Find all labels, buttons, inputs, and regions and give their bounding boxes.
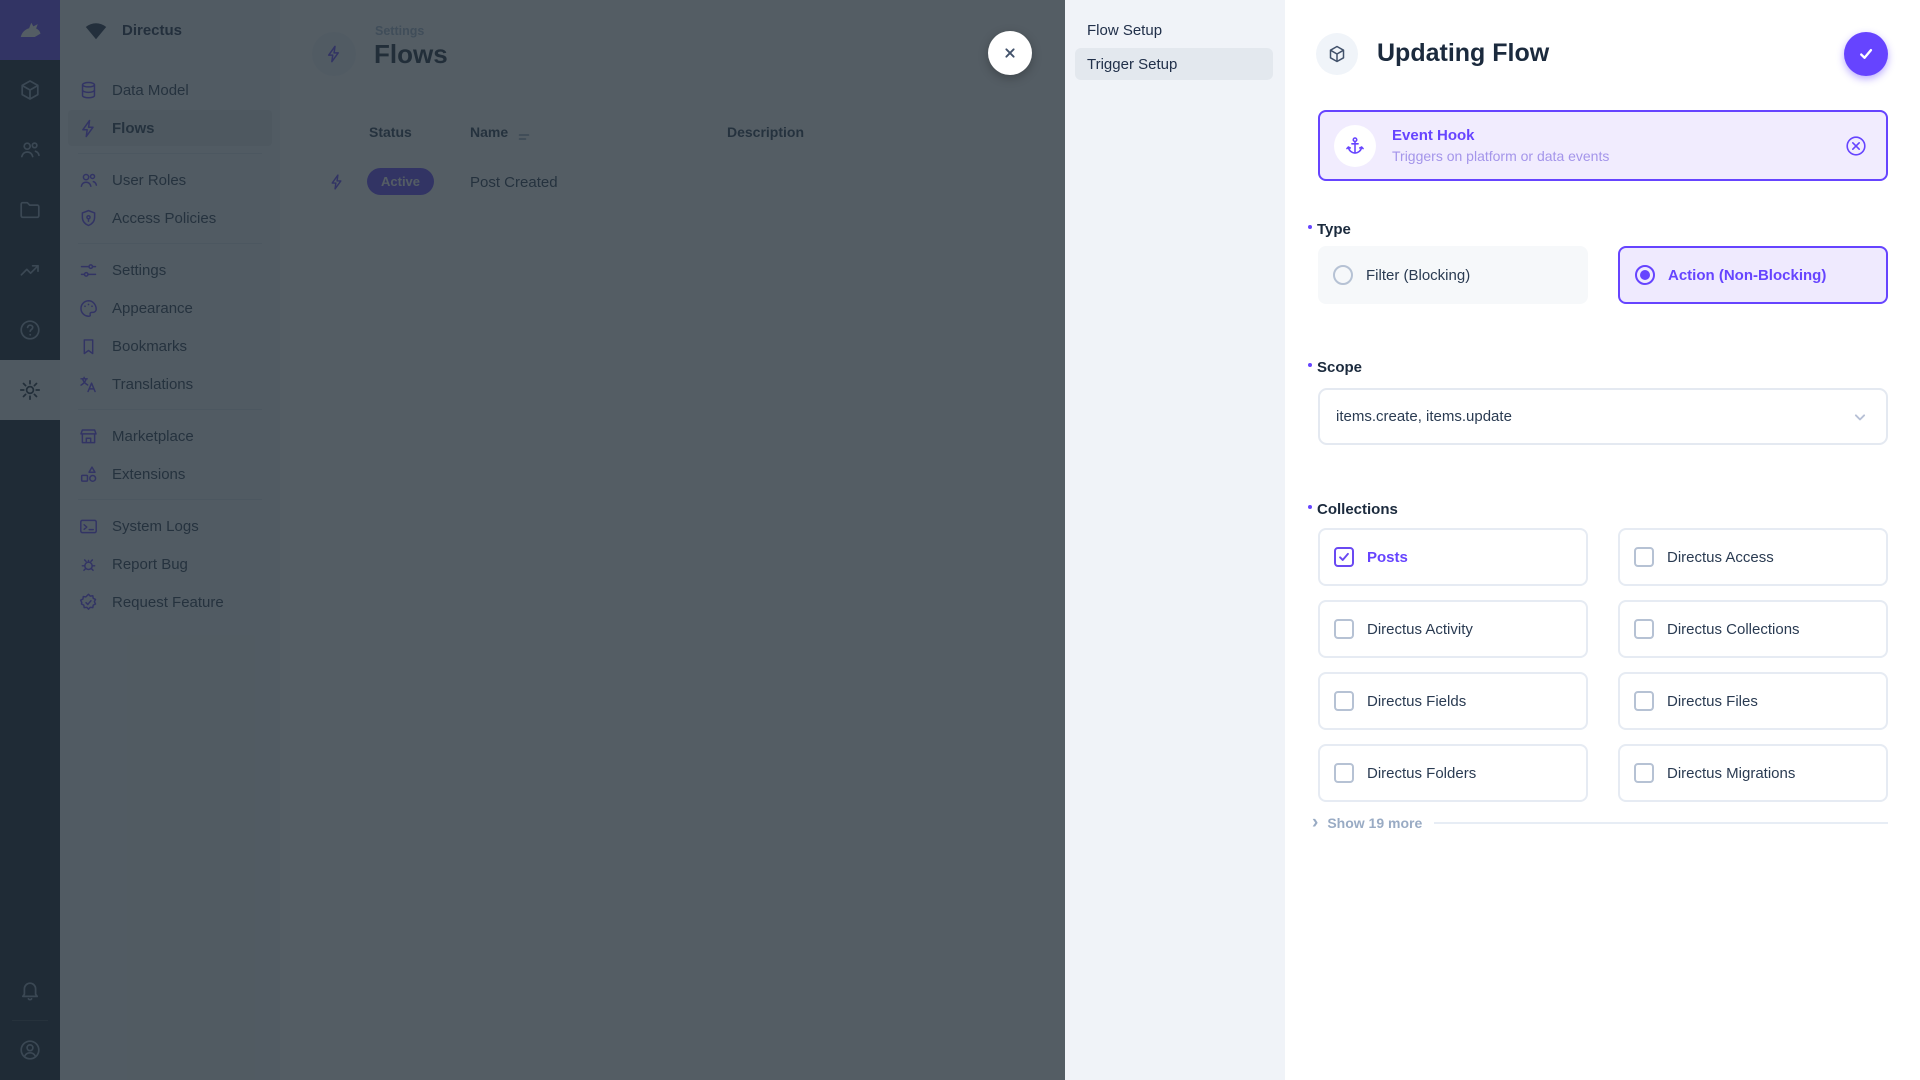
show-more-label: Show 19 more [1327,815,1422,831]
box-icon [1327,44,1347,64]
required-dot [1308,505,1312,509]
checkbox-icon [1334,619,1354,639]
trigger-banner-subtitle: Triggers on platform or data events [1392,148,1609,164]
type-field-label: Type [1308,221,1351,238]
checkbox-icon [1334,763,1354,783]
collection-option-directus-migrations[interactable]: Directus Migrations [1618,744,1888,802]
collection-option-directus-access[interactable]: Directus Access [1618,528,1888,586]
checkbox-checked-icon [1334,547,1354,567]
drawer-nav-trigger-setup[interactable]: Trigger Setup [1075,48,1273,80]
collection-option-directus-activity[interactable]: Directus Activity [1318,600,1588,658]
checkbox-icon [1634,691,1654,711]
collection-option-directus-fields[interactable]: Directus Fields [1318,672,1588,730]
directus-app: Directus Data Model Flows User Roles Acc… [0,0,1920,1080]
drawer-main: Updating Flow Event Hook Triggers on pla… [1285,0,1920,1080]
collection-option-directus-folders[interactable]: Directus Folders [1318,744,1588,802]
collection-option-directus-files[interactable]: Directus Files [1618,672,1888,730]
type-option-action[interactable]: Action (Non-Blocking) [1618,246,1888,304]
collections-field-label: Collections [1308,501,1398,518]
scope-select[interactable]: items.create, items.update [1318,388,1888,445]
trigger-type-banner[interactable]: Event Hook Triggers on platform or data … [1318,110,1888,181]
chevron-down-icon [1850,407,1870,427]
radio-on-icon [1635,265,1655,285]
scope-value: items.create, items.update [1336,408,1512,425]
drawer-close-button[interactable] [988,31,1032,75]
drawer-icon-circle [1316,33,1358,75]
checkbox-icon [1634,547,1654,567]
checkbox-icon [1634,763,1654,783]
save-button[interactable] [1844,32,1888,76]
drawer-title: Updating Flow [1377,39,1549,68]
deselect-icon[interactable] [1844,134,1868,158]
scope-field-label: Scope [1308,359,1362,376]
chevron-right-icon: › [1312,816,1318,830]
trigger-banner-title: Event Hook [1392,127,1609,144]
anchor-icon [1334,125,1376,167]
collection-option-directus-collections[interactable]: Directus Collections [1618,600,1888,658]
check-icon [1855,43,1877,65]
close-icon [999,42,1021,64]
drawer-nav-flow-setup[interactable]: Flow Setup [1075,14,1273,46]
radio-off-icon [1333,265,1353,285]
drawer-overlay[interactable] [0,0,1065,1080]
checkbox-icon [1334,691,1354,711]
required-dot [1308,225,1312,229]
checkbox-icon [1634,619,1654,639]
show-more-divider [1434,822,1888,824]
drawer-nav: Flow Setup Trigger Setup [1065,0,1285,1080]
collection-option-posts[interactable]: Posts [1318,528,1588,586]
required-dot [1308,363,1312,367]
type-option-filter[interactable]: Filter (Blocking) [1318,246,1588,304]
show-more-button[interactable]: › Show 19 more [1312,815,1888,831]
